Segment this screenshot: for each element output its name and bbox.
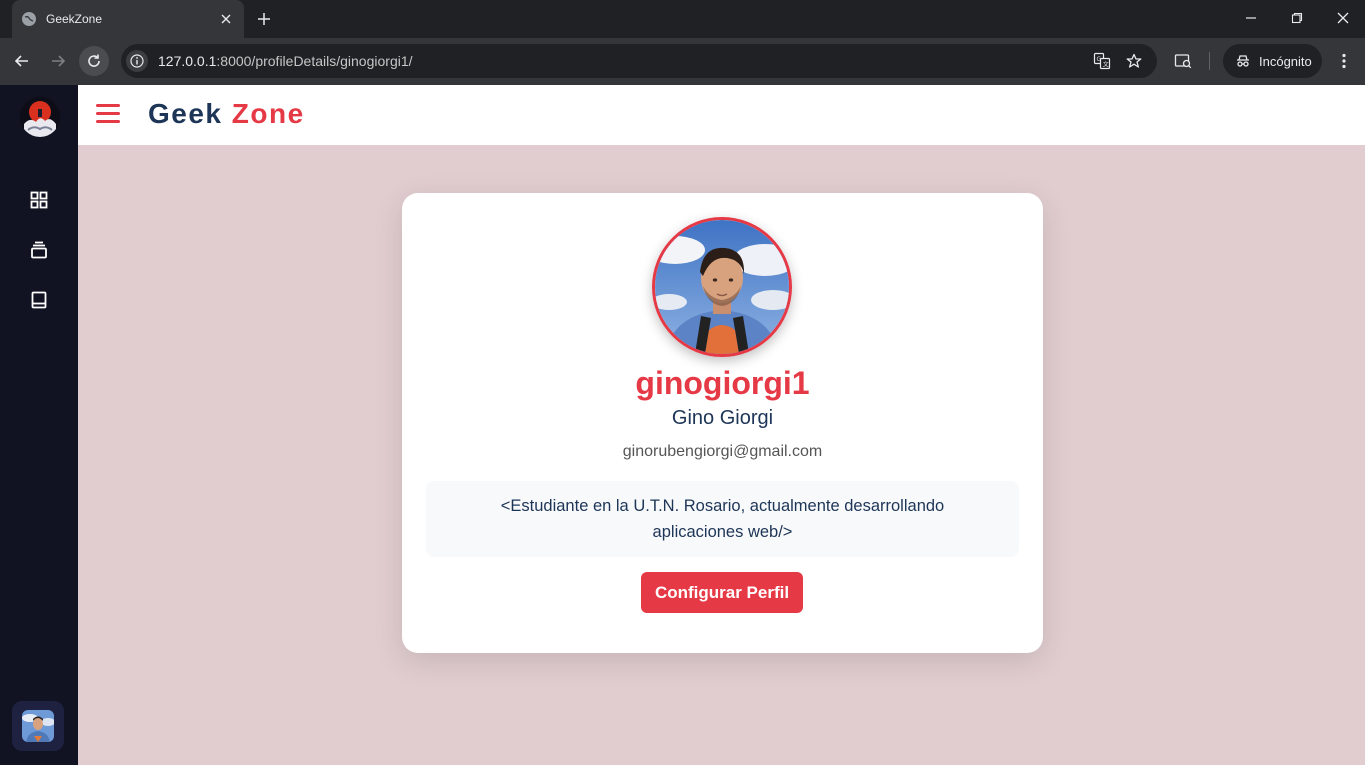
layers-icon [31,241,47,259]
globe-icon [22,12,36,26]
restore-icon[interactable] [1274,0,1320,36]
url-host: 127.0.0.1 [158,53,217,69]
translate-icon[interactable]: G文 [1087,46,1117,76]
brand-part-2: Zone [231,98,305,129]
svg-text:G: G [1097,56,1102,63]
profile-email: ginorubengiorgi@gmail.com [622,443,823,460]
forward-icon[interactable] [43,46,73,76]
svg-text:文: 文 [1103,61,1109,69]
tab-title: GeekZone [46,12,103,26]
page: Geek Zone ginogiorgi1 Gino Giorgi ginoru… [0,85,1365,765]
avatar-thumbnail [22,710,54,742]
close-window-icon[interactable] [1320,0,1365,36]
close-tab-icon[interactable] [218,11,234,27]
browser-toolbar: 127.0.0.1:8000/profileDetails/ginogiorgi… [0,38,1365,85]
url-path: :8000/profileDetails/ginogiorgi1/ [216,53,413,69]
reload-icon[interactable] [79,46,109,76]
address-bar[interactable]: 127.0.0.1:8000/profileDetails/ginogiorgi… [121,44,1157,78]
minimize-icon[interactable] [1228,0,1274,36]
more-menu-icon[interactable] [1329,46,1359,76]
bookmark-star-icon[interactable] [1119,46,1149,76]
tab-search-icon[interactable] [1168,46,1198,76]
book-icon [31,291,47,309]
app-logo[interactable] [20,97,60,137]
sidebar-item-dashboard[interactable] [27,188,51,212]
browser-tabstrip: GeekZone [0,0,1365,38]
app-header: Geek Zone [78,85,1365,145]
site-info-icon[interactable] [126,50,148,72]
sidebar-user-avatar[interactable] [12,701,64,751]
profile-card: ginogiorgi1 Gino Giorgi ginorubengiorgi@… [402,193,1043,653]
menu-toggle-icon[interactable] [96,104,120,126]
profile-bio: <Estudiante en la U.T.N. Rosario, actual… [426,481,1019,557]
configure-profile-button[interactable]: Configurar Perfil [641,572,803,613]
brand-part-1: Geek [148,98,223,129]
incognito-label: Incógnito [1259,53,1312,69]
new-tab-icon[interactable] [254,9,274,29]
sidebar-item-library[interactable] [27,288,51,312]
grid-icon [30,191,48,209]
profile-avatar [652,217,792,357]
toolbar-divider [1209,52,1210,70]
url-text: 127.0.0.1:8000/profileDetails/ginogiorgi… [158,53,1087,69]
profile-username: ginogiorgi1 [635,365,810,401]
incognito-badge[interactable]: Incógnito [1223,44,1322,78]
incognito-icon [1237,55,1249,67]
profile-full-name: Gino Giorgi [671,407,774,429]
sidebar-item-collections[interactable] [27,238,51,262]
back-icon[interactable] [7,46,37,76]
browser-tab[interactable]: GeekZone [12,0,244,38]
brand-logo-text[interactable]: Geek Zone [148,98,305,130]
sidebar [0,85,78,765]
